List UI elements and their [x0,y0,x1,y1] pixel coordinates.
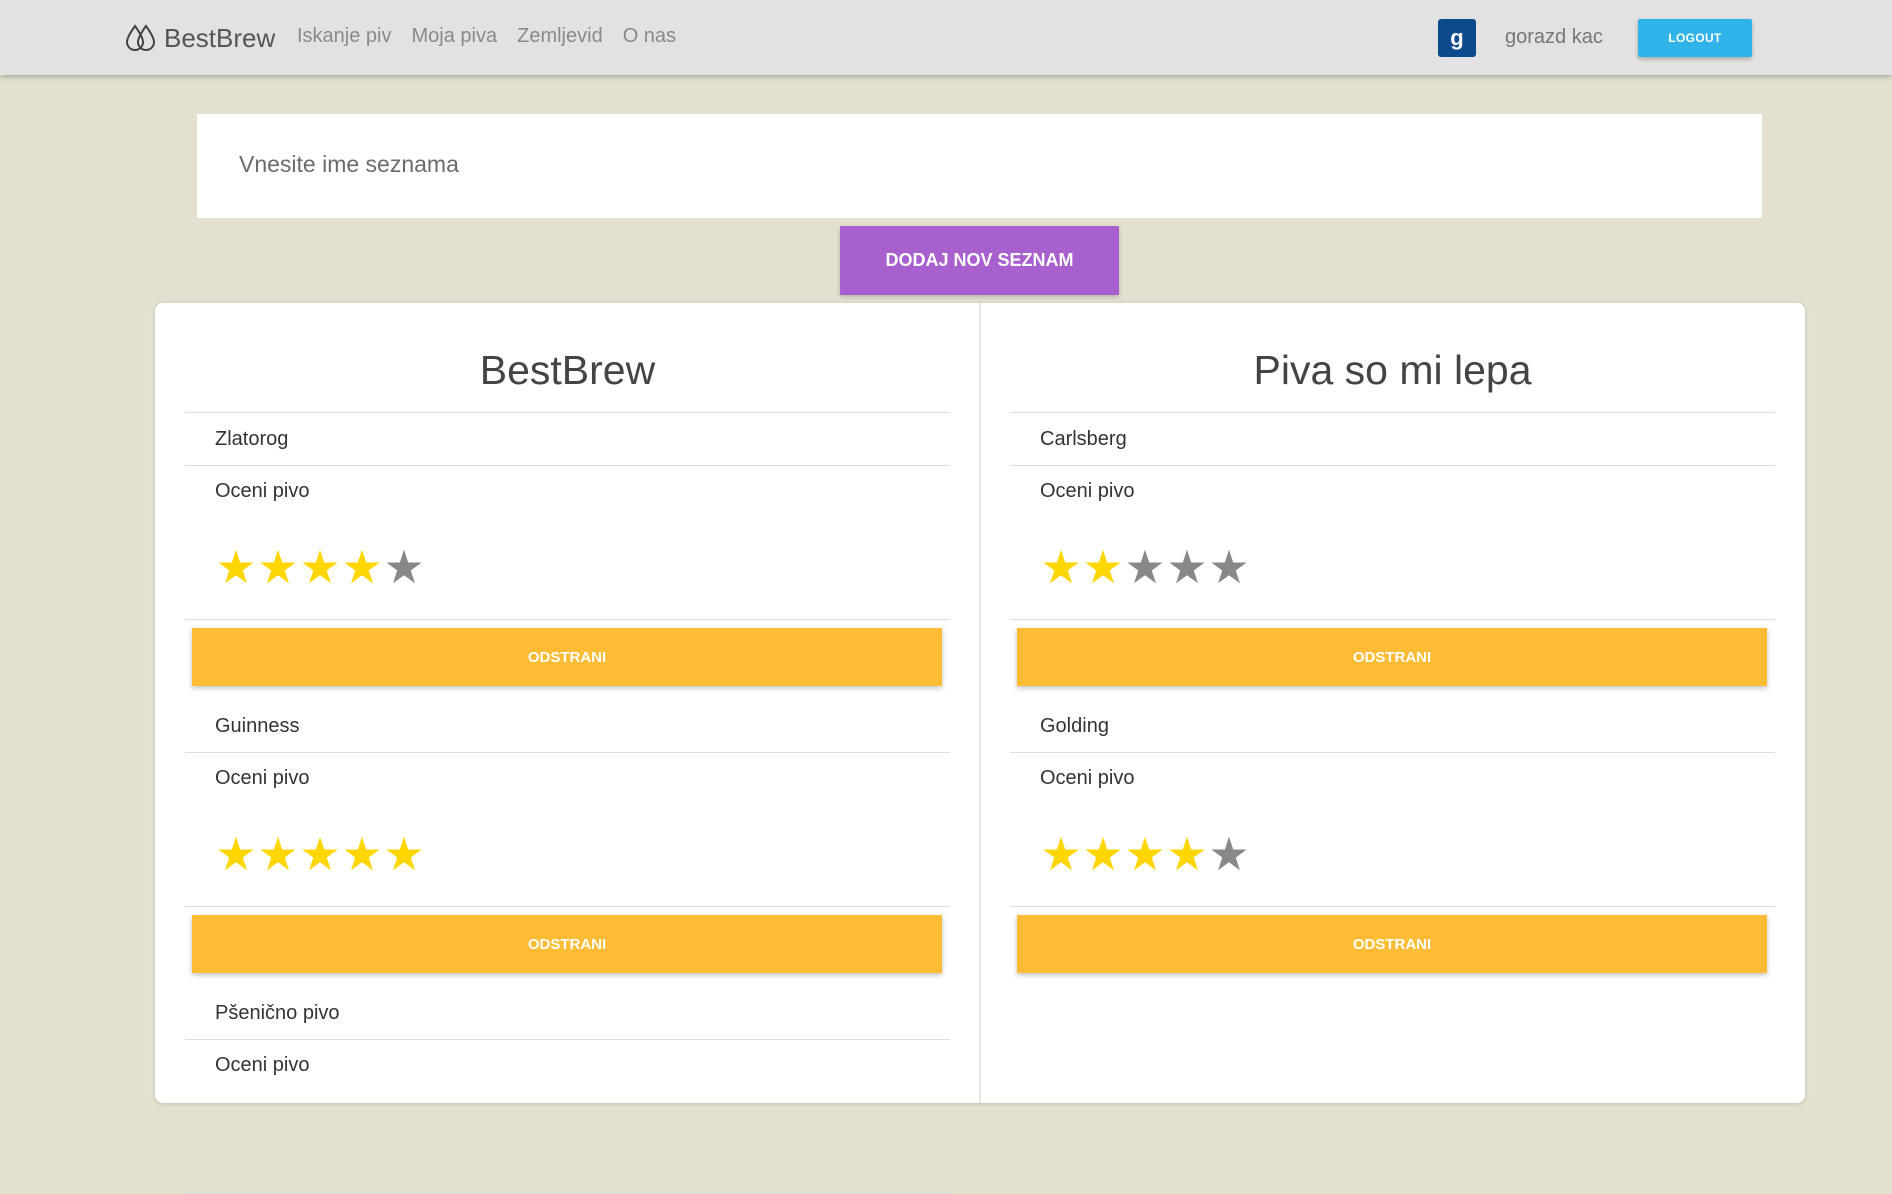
remove-button[interactable]: ODSTRANI [192,915,942,973]
beer-name: Carlsberg [1010,413,1775,466]
star-icon[interactable]: ★ [1166,831,1208,877]
remove-button[interactable]: ODSTRANI [1017,915,1767,973]
star-icon[interactable]: ★ [341,544,383,590]
star-icon[interactable]: ★ [215,544,257,590]
beer-name: Pšenično pivo [185,987,950,1040]
rating-block: Oceni pivo [185,1040,950,1194]
star-icon[interactable]: ★ [215,831,257,877]
star-rating[interactable]: ★ ★ ★ ★ ★ [215,831,425,877]
list-name-input[interactable] [237,150,1721,179]
avatar[interactable]: g [1438,19,1476,57]
star-icon[interactable]: ★ [383,544,425,590]
rating-block: Oceni pivo ★ ★ ★ ★ ★ [1010,466,1775,620]
star-icon[interactable]: ★ [1208,831,1250,877]
star-icon[interactable]: ★ [1166,544,1208,590]
rating-block: Oceni pivo ★ ★ ★ ★ ★ [185,466,950,620]
rate-label: Oceni pivo [215,1054,310,1076]
star-icon[interactable]: ★ [1124,544,1166,590]
list-name-box [197,114,1762,218]
beer-name: Guinness [185,700,950,753]
star-icon[interactable]: ★ [1040,831,1082,877]
beer-name: Zlatorog [185,413,950,466]
nav-links: Iskanje piv Moja piva Zemljevid O nas [297,25,676,48]
add-list-button[interactable]: DODAJ NOV SEZNAM [840,226,1119,295]
nav-link-zemljevid[interactable]: Zemljevid [517,25,603,48]
star-icon[interactable]: ★ [341,831,383,877]
star-icon[interactable]: ★ [1040,544,1082,590]
star-icon[interactable]: ★ [383,831,425,877]
star-icon[interactable]: ★ [1082,544,1124,590]
lists-card: BestBrew Zlatorog Oceni pivo ★ ★ ★ ★ ★ ODSTR… [155,303,1805,1194]
star-icon[interactable]: ★ [257,831,299,877]
rate-label: Oceni pivo [1040,767,1135,789]
rate-label: Oceni pivo [215,480,310,502]
hops-drop-icon [125,24,156,51]
star-icon[interactable]: ★ [299,544,341,590]
nav-link-o-nas[interactable]: O nas [623,25,676,48]
username: gorazd kac [1505,26,1603,48]
logout-button[interactable]: LOGOUT [1638,19,1752,57]
beer-list: Piva so mi lepa Carlsberg Oceni pivo ★ ★ ★… [1010,303,1775,987]
star-rating[interactable]: ★ ★ ★ ★ ★ [1040,831,1250,877]
rate-label: Oceni pivo [1040,480,1135,502]
star-rating[interactable]: ★ ★ ★ ★ ★ [1040,544,1250,590]
nav-link-moja-piva[interactable]: Moja piva [412,25,498,48]
beer-name: Golding [1010,700,1775,753]
star-icon[interactable]: ★ [299,831,341,877]
list-title: Piva so mi lepa [1010,303,1775,413]
column-divider [979,303,981,1103]
brand-name: BestBrew [164,22,276,53]
remove-button[interactable]: ODSTRANI [1017,628,1767,686]
star-icon[interactable]: ★ [257,544,299,590]
remove-button[interactable]: ODSTRANI [192,628,942,686]
star-icon[interactable]: ★ [1082,831,1124,877]
rate-label: Oceni pivo [215,767,310,789]
star-rating[interactable]: ★ ★ ★ ★ ★ [215,544,425,590]
nav-link-iskanje-piv[interactable]: Iskanje piv [297,25,392,48]
rating-block: Oceni pivo ★ ★ ★ ★ ★ [1010,753,1775,907]
beer-list: BestBrew Zlatorog Oceni pivo ★ ★ ★ ★ ★ ODSTR… [185,303,950,1194]
star-icon[interactable]: ★ [1208,544,1250,590]
rating-block: Oceni pivo ★ ★ ★ ★ ★ [185,753,950,907]
navbar: BestBrew Iskanje piv Moja piva Zemljevid… [0,0,1892,75]
brand-logo[interactable]: BestBrew [124,22,275,54]
list-title: BestBrew [185,303,950,413]
star-icon[interactable]: ★ [1124,831,1166,877]
